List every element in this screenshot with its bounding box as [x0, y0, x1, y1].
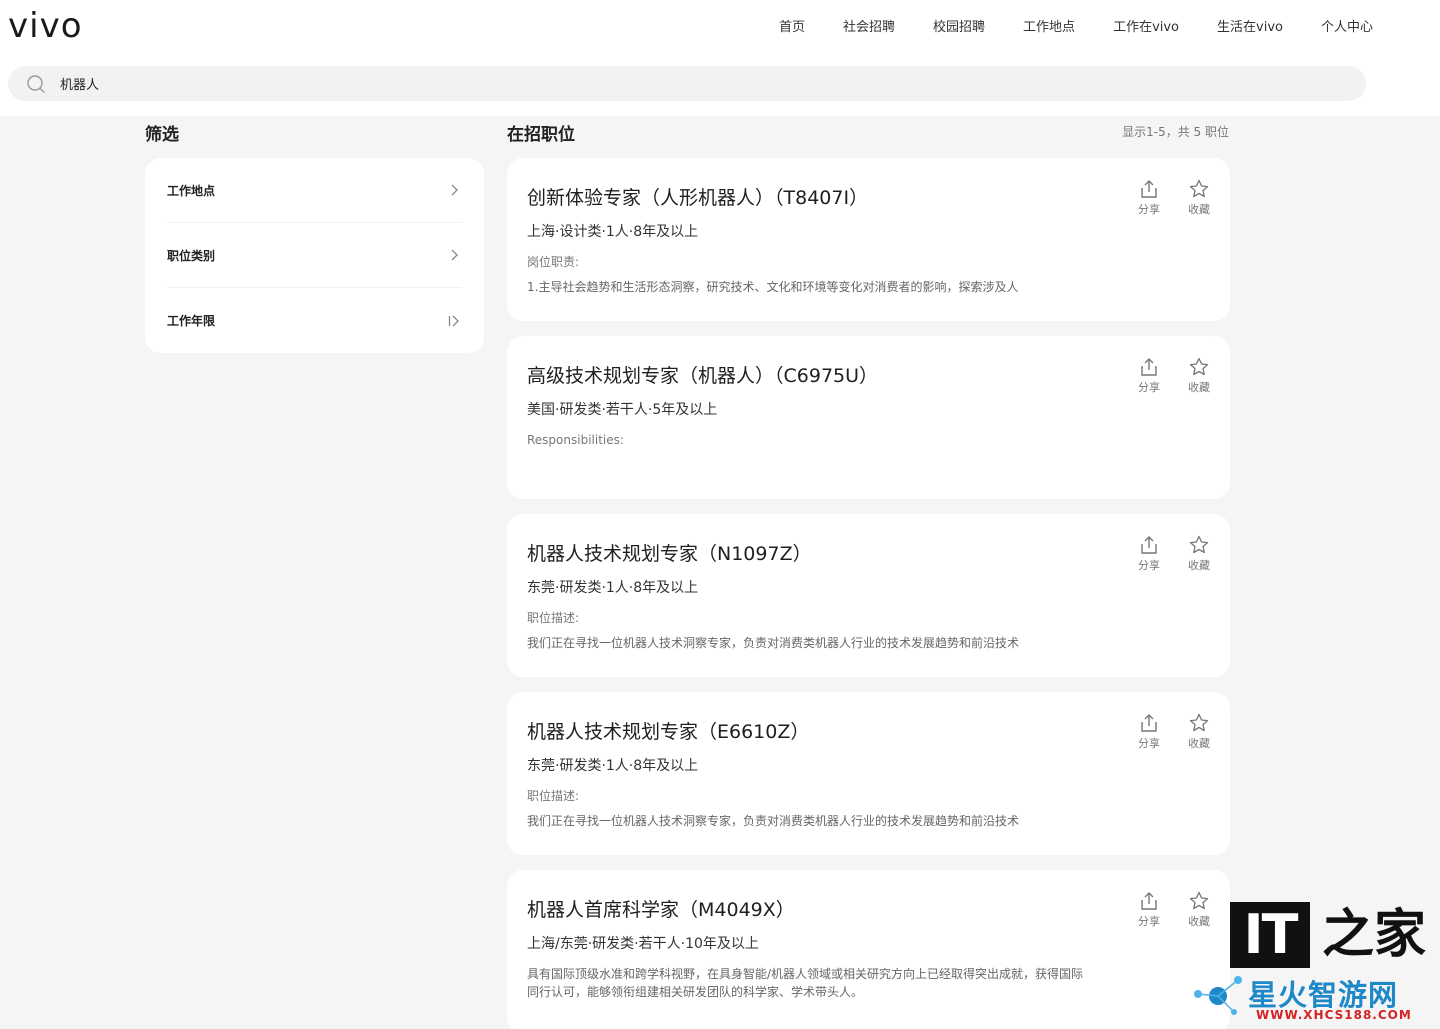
job-meta: 东莞·研发类·1人·8年及以上	[527, 758, 699, 774]
watermark-url: WWW.XHCS188.COM	[1256, 1008, 1412, 1022]
job-desc-label: 职位描述:	[527, 789, 580, 803]
search-bar	[8, 66, 1366, 101]
share-icon	[1141, 180, 1157, 198]
job-actions: 分享 收藏	[1136, 712, 1212, 751]
favorite-button[interactable]: 收藏	[1186, 534, 1212, 573]
share-icon	[1141, 892, 1157, 910]
job-card[interactable]: 创新体验专家（人形机器人）（T8407I） 上海·设计类·1人·8年及以上 岗位…	[507, 158, 1230, 321]
job-actions: 分享 收藏	[1136, 534, 1212, 573]
chevron-bar-right-icon	[446, 313, 462, 329]
job-desc-label: 岗位职责:	[527, 255, 580, 269]
job-meta: 上海·设计类·1人·8年及以上	[527, 224, 699, 240]
job-desc: 我们正在寻找一位机器人技术洞察专家，负责对消费类机器人行业的技术发展趋势和前沿技…	[527, 814, 1020, 828]
job-list: 创新体验专家（人形机器人）（T8407I） 上海·设计类·1人·8年及以上 岗位…	[507, 158, 1230, 1029]
star-icon	[1189, 357, 1209, 376]
share-button[interactable]: 分享	[1136, 712, 1162, 751]
chevron-right-icon	[446, 247, 462, 263]
job-desc-label: Responsibilities:	[527, 433, 624, 447]
nav-item-home[interactable]: 首页	[760, 16, 824, 35]
star-icon	[1189, 713, 1209, 732]
share-button[interactable]: 分享	[1136, 890, 1162, 929]
share-label: 分享	[1138, 203, 1160, 216]
share-icon	[1141, 714, 1157, 732]
filter-label: 工作年限	[167, 314, 216, 328]
job-card[interactable]: 机器人首席科学家（M4049X） 上海/东莞·研发类·若干人·10年及以上 具有…	[507, 870, 1230, 1029]
search-input[interactable]	[60, 76, 660, 91]
watermark-home-text: 之家	[1322, 904, 1427, 965]
site-watermark: IT 之家 星火智游网 WWW.XHCS188.COM	[1190, 898, 1440, 1029]
share-button[interactable]: 分享	[1136, 534, 1162, 573]
share-label: 分享	[1138, 915, 1160, 928]
favorite-label: 收藏	[1188, 559, 1210, 572]
filter-location[interactable]: 工作地点	[167, 158, 462, 223]
star-icon	[1189, 179, 1209, 198]
job-title[interactable]: 机器人技术规划专家（N1097Z）	[527, 540, 1210, 568]
nav-item-social-recruit[interactable]: 社会招聘	[824, 16, 914, 35]
job-desc: 我们正在寻找一位机器人技术洞察专家，负责对消费类机器人行业的技术发展趋势和前沿技…	[527, 636, 1020, 650]
favorite-label: 收藏	[1188, 737, 1210, 750]
share-label: 分享	[1138, 559, 1160, 572]
job-card[interactable]: 机器人技术规划专家（N1097Z） 东莞·研发类·1人·8年及以上 职位描述: …	[507, 514, 1230, 677]
favorite-label: 收藏	[1188, 203, 1210, 216]
job-actions: 分享 收藏	[1136, 356, 1212, 395]
favorite-button[interactable]: 收藏	[1186, 178, 1212, 217]
nav-item-campus-recruit[interactable]: 校园招聘	[914, 16, 1004, 35]
star-icon	[1189, 535, 1209, 554]
filter-panel: 工作地点 职位类别 工作年限	[145, 158, 484, 353]
watermark-it-logo: IT	[1230, 902, 1310, 968]
job-title[interactable]: 创新体验专家（人形机器人）（T8407I）	[527, 184, 1210, 212]
share-icon	[1141, 358, 1157, 376]
job-desc: 具有国际顶级水准和跨学科视野，在具身智能/机器人领域或相关研究方向上已经取得突出…	[527, 967, 1084, 999]
top-bar: vivo 首页 社会招聘 校园招聘 工作地点 工作在vivo 生活在vivo 个…	[0, 0, 1440, 116]
favorite-button[interactable]: 收藏	[1186, 356, 1212, 395]
share-button[interactable]: 分享	[1136, 356, 1162, 395]
nav-item-personal-center[interactable]: 个人中心	[1302, 16, 1392, 35]
share-icon	[1141, 536, 1157, 554]
filter-category[interactable]: 职位类别	[167, 223, 462, 288]
share-button[interactable]: 分享	[1136, 178, 1162, 217]
job-meta: 上海/东莞·研发类·若干人·10年及以上	[527, 936, 759, 952]
result-count: 显示1-5，共 5 职位	[1122, 125, 1229, 139]
job-meta: 东莞·研发类·1人·8年及以上	[527, 580, 699, 596]
chevron-right-icon	[446, 182, 462, 198]
job-desc-label: 职位描述:	[527, 611, 580, 625]
network-dots-icon	[1194, 976, 1242, 1015]
vivo-logo[interactable]: vivo	[8, 6, 83, 46]
job-title[interactable]: 高级技术规划专家（机器人）（C6975U）	[527, 362, 1210, 390]
nav-item-locations[interactable]: 工作地点	[1004, 16, 1094, 35]
search-icon[interactable]	[26, 74, 46, 94]
jobs-title: 在招职位	[507, 125, 575, 145]
nav-item-work-at-vivo[interactable]: 工作在vivo	[1094, 16, 1198, 35]
filter-label: 职位类别	[167, 248, 216, 263]
job-title[interactable]: 机器人首席科学家（M4049X）	[527, 896, 1210, 924]
favorite-button[interactable]: 收藏	[1186, 712, 1212, 751]
job-desc: 1.主导社会趋势和生活形态洞察，研究技术、文化和环境等变化对消费者的影响，探索涉…	[527, 280, 1019, 294]
share-label: 分享	[1138, 381, 1160, 394]
job-card[interactable]: 机器人技术规划专家（E6610Z） 东莞·研发类·1人·8年及以上 职位描述: …	[507, 692, 1230, 855]
job-meta: 美国·研发类·若干人·5年及以上	[527, 402, 718, 418]
filter-label: 工作地点	[167, 183, 216, 198]
nav-item-life-at-vivo[interactable]: 生活在vivo	[1198, 16, 1302, 35]
job-title[interactable]: 机器人技术规划专家（E6610Z）	[527, 718, 1210, 746]
main-nav: 首页 社会招聘 校园招聘 工作地点 工作在vivo 生活在vivo 个人中心	[760, 16, 1392, 35]
favorite-label: 收藏	[1188, 381, 1210, 394]
job-card[interactable]: 高级技术规划专家（机器人）（C6975U） 美国·研发类·若干人·5年及以上 R…	[507, 336, 1230, 499]
filter-title: 筛选	[145, 125, 179, 145]
share-label: 分享	[1138, 737, 1160, 750]
job-actions: 分享 收藏	[1136, 178, 1212, 217]
filter-experience[interactable]: 工作年限	[167, 288, 462, 353]
